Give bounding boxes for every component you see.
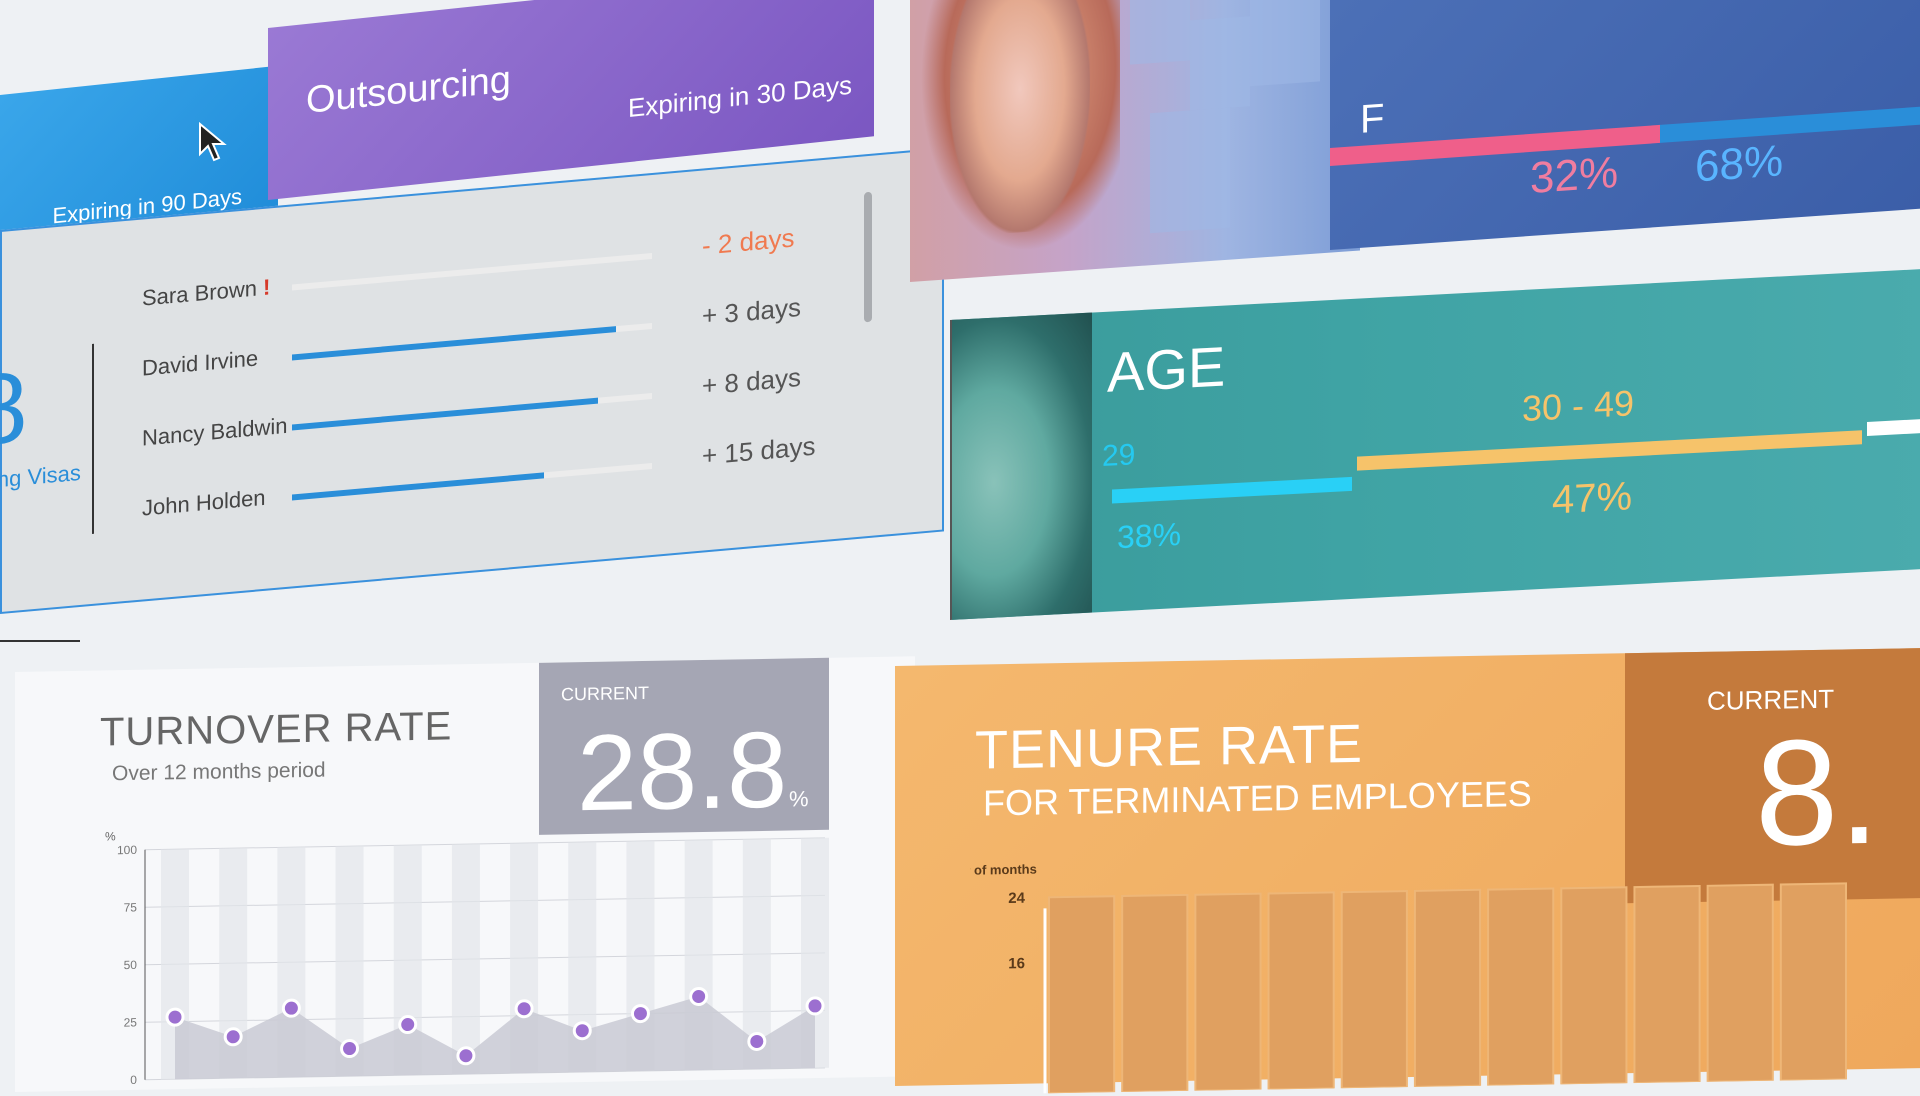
age-high-bar: [1867, 418, 1920, 436]
turnover-current-box: CURRENT 28.8 %: [539, 657, 829, 835]
data-point: [514, 999, 534, 1019]
age-mid-label: 30 - 49: [1522, 382, 1635, 430]
tenure-subtitle: FOR TERMINATED EMPLOYEES: [983, 772, 1532, 824]
y-tick-label: 75: [124, 900, 138, 914]
progress-track: [292, 462, 652, 501]
bar: [1413, 888, 1482, 1088]
pixel-block: [1250, 0, 1320, 87]
current-label: CURRENT: [561, 682, 649, 705]
scrollbar[interactable]: [864, 191, 872, 323]
progress-track: [292, 252, 652, 291]
y-axis-label: # of months: [970, 862, 1037, 878]
data-point: [630, 1004, 650, 1024]
employee-name: David Irvine: [142, 345, 259, 381]
gender-letter: F: [1360, 96, 1385, 142]
age-mid-bar: [1357, 430, 1862, 471]
y-tick-label: 16: [1008, 955, 1025, 972]
tenure-title: TENURE RATE: [975, 713, 1364, 781]
age-low-bar: [1112, 476, 1352, 504]
female-percent: 32%: [1530, 147, 1619, 204]
days-remaining: - 2 days: [702, 222, 795, 261]
days-remaining: + 8 days: [702, 361, 802, 401]
turnover-rate-card[interactable]: TURNOVER RATE Over 12 months period CURR…: [15, 656, 915, 1092]
turnover-title: TURNOVER RATE: [100, 704, 453, 755]
column-band: [451, 843, 480, 1075]
data-point: [689, 986, 709, 1006]
bar: [1487, 887, 1555, 1087]
age-low-percent: 38%: [1117, 515, 1182, 556]
employee-photo: [910, 0, 1360, 283]
age-card[interactable]: AGE 29 30 - 49 38% 47%: [950, 268, 1920, 620]
bar: [1340, 890, 1408, 1090]
progress-track: [292, 322, 652, 361]
visa-count-label: ing Visas: [0, 459, 81, 493]
data-point: [456, 1046, 476, 1066]
progress-fill: [292, 472, 544, 501]
turnover-subtitle: Over 12 months period: [112, 758, 326, 786]
data-point: [281, 998, 301, 1018]
bar: [1779, 882, 1847, 1082]
days-remaining: + 15 days: [702, 430, 816, 471]
area-series: [175, 996, 815, 1080]
y-axis-label: %: [105, 829, 116, 843]
data-point: [398, 1015, 418, 1035]
mouse-cursor-icon: [199, 122, 227, 162]
bar: [1048, 895, 1116, 1095]
bar: [1121, 893, 1189, 1094]
male-percent: 68%: [1695, 136, 1784, 192]
current-value: 28.8: [577, 708, 788, 834]
employee-name: Sara Brown!: [142, 274, 271, 311]
pixel-block: [1190, 16, 1250, 111]
data-point: [340, 1039, 360, 1059]
data-point: [747, 1031, 767, 1051]
visa-tab-title: Outsourcing: [306, 58, 511, 123]
pixel-block: [1130, 0, 1190, 65]
y-tick-label: 25: [124, 1015, 138, 1029]
y-tick-label: 100: [117, 843, 137, 857]
current-unit: %: [789, 786, 809, 812]
employee-photo: [952, 312, 1092, 620]
y-tick-label: 50: [124, 958, 138, 972]
bar: [1267, 891, 1335, 1091]
bar: [1633, 884, 1701, 1085]
y-tick-label: 24: [1008, 890, 1025, 907]
age-low-label: 29: [1102, 438, 1136, 474]
progress-fill: [292, 397, 598, 431]
employee-name: Nancy Baldwin: [142, 412, 288, 451]
visa-list-panel: 8 ing Visas Sara Brown! - 2 days David I…: [0, 147, 944, 614]
data-point: [223, 1027, 243, 1047]
bar: [1706, 883, 1774, 1083]
employee-name: John Holden: [142, 484, 266, 521]
data-point: [165, 1007, 185, 1027]
male-bar: [1660, 103, 1920, 143]
divider: [0, 640, 80, 642]
bar: [1194, 892, 1262, 1092]
data-point: [572, 1021, 592, 1041]
pixel-block: [1150, 107, 1230, 234]
visa-tab-expiring-label: Expiring in 30 Days: [628, 69, 852, 124]
divider: [92, 343, 94, 534]
age-title: AGE: [1107, 334, 1226, 404]
progress-track: [292, 392, 652, 431]
age-mid-percent: 47%: [1552, 474, 1633, 523]
gender-card[interactable]: F 32% 68%: [1330, 0, 1920, 250]
visa-count: 8: [0, 350, 28, 468]
data-point: [805, 996, 825, 1016]
tenure-rate-card[interactable]: TENURE RATE FOR TERMINATED EMPLOYEES CUR…: [895, 647, 1920, 1095]
bar: [1560, 886, 1628, 1086]
turnover-chart: %1007550250: [105, 829, 829, 1087]
tenure-chart: # of months 24 16: [970, 862, 1847, 1095]
days-remaining: + 3 days: [702, 291, 802, 331]
face-shape: [950, 0, 1090, 238]
progress-fill: [292, 326, 616, 361]
alert-icon: !: [262, 274, 271, 300]
